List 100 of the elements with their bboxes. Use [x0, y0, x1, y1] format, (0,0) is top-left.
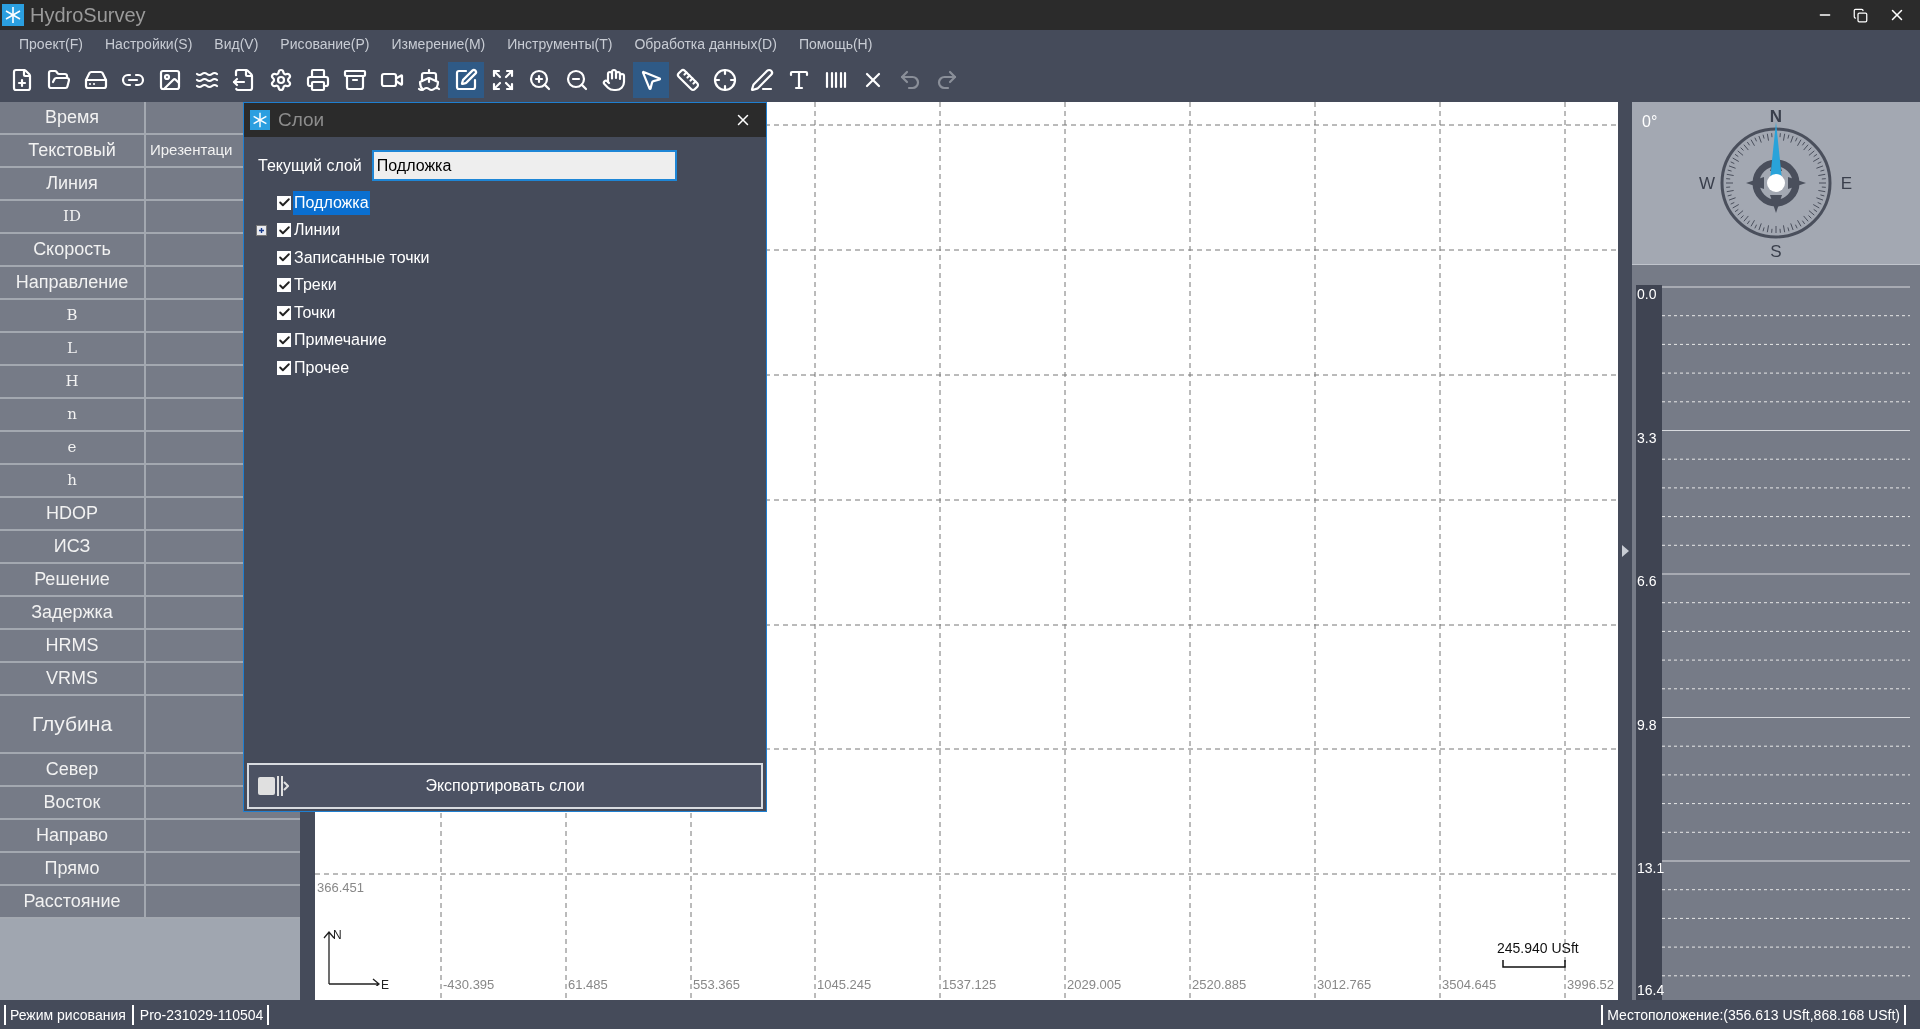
field-label: Направо: [0, 820, 146, 851]
field-label: Линия: [0, 168, 146, 199]
menu-item[interactable]: Проект(F): [8, 33, 94, 55]
field-label: L: [0, 333, 146, 364]
file-export-icon: [232, 68, 256, 92]
depth-label: 6.6: [1637, 574, 1657, 588]
field-label: Прямо: [0, 853, 146, 884]
status-mode: Режим рисования: [4, 1004, 134, 1025]
menu-item[interactable]: Обработка данных(D): [623, 33, 788, 55]
scale-label: 245.940 USft: [1497, 939, 1579, 958]
field-label: Направление: [0, 267, 146, 298]
axis-label: 1045.245: [817, 975, 872, 994]
field-label: ИСЗ: [0, 531, 146, 562]
field-label: h: [0, 465, 146, 496]
file-plus-icon: [10, 68, 34, 92]
depth-label: 0.0: [1637, 287, 1657, 301]
field-label: Решение: [0, 564, 146, 595]
axis-label: 61.485: [568, 975, 608, 994]
axis-label: 2520.885: [1192, 975, 1247, 994]
menu-item[interactable]: Помощь(H): [787, 33, 884, 55]
check-icon: [277, 223, 291, 237]
pen-line-icon: [750, 68, 774, 92]
field-label: Расстояние: [0, 886, 146, 917]
pointer-button[interactable]: [633, 62, 669, 98]
expand-arrow-icon[interactable]: [1621, 545, 1629, 557]
depth-label: 13.1: [1637, 861, 1665, 875]
hand-icon: [602, 68, 626, 92]
status-location: Местоположение:(356.613 USft,868.168 USft): [1601, 1004, 1906, 1025]
layer-item[interactable]: Подложка: [293, 190, 370, 215]
field-label: HRMS: [0, 630, 146, 661]
pointer-icon: [639, 68, 663, 92]
axis-label: 2029.005: [1067, 975, 1122, 994]
status-project: Pro-231029-110504: [135, 1004, 270, 1025]
expand-icon[interactable]: [256, 224, 267, 236]
zoom-out-icon: [565, 68, 589, 92]
axis-label: 3996.52: [1567, 975, 1614, 994]
field-label: HDOP: [0, 498, 146, 529]
menu-item[interactable]: Измерение(M): [380, 33, 497, 55]
undo-icon: [898, 68, 922, 92]
field-label: H: [0, 366, 146, 397]
checkbox[interactable]: [277, 305, 291, 320]
export-layers-button[interactable]: Экспортировать слои: [247, 763, 763, 809]
axis-label: 1537.125: [942, 975, 997, 994]
zoom-in-icon: [528, 68, 552, 92]
compass-south: S: [1770, 242, 1782, 259]
expand-icon: [491, 68, 515, 92]
pen-square-icon: [454, 68, 478, 92]
compass-north: N: [1769, 107, 1783, 126]
axis-label: 553.365: [693, 975, 740, 994]
check-icon: [277, 278, 291, 292]
crosshair-icon: [713, 68, 737, 92]
scale-bar-icon: [1502, 960, 1566, 968]
printer-icon: [306, 68, 330, 92]
axis-label: 366.451: [317, 879, 364, 897]
axis-label: 3012.765: [1317, 975, 1372, 994]
ruler-icon: [676, 68, 700, 92]
field-label: e: [0, 432, 146, 463]
field-label: Задержка: [0, 597, 146, 628]
heading-label: 0°: [1642, 112, 1658, 132]
menu-item[interactable]: Инструменты(T): [496, 33, 624, 55]
field-label: B: [0, 300, 146, 331]
menu-item[interactable]: Рисование(P): [269, 33, 381, 55]
depth-label: 3.3: [1637, 430, 1657, 445]
checkbox[interactable]: [277, 360, 291, 375]
settings-icon: [269, 68, 293, 92]
snowflake-logo-icon: [2, 4, 24, 26]
field-label: Глубина: [0, 696, 146, 752]
drive-icon: [84, 68, 108, 92]
folder-icon: [47, 68, 71, 92]
compass-east: E: [1840, 174, 1852, 193]
field-label: Скорость: [0, 234, 146, 265]
text-icon: [787, 68, 811, 92]
redo-icon: [935, 68, 959, 92]
north-axis-label: N: [333, 927, 342, 944]
field-label: Время: [0, 102, 146, 133]
field-label: Север: [0, 754, 146, 785]
archive-icon: [343, 68, 367, 92]
checkbox[interactable]: [277, 195, 291, 210]
checkbox[interactable]: [277, 333, 291, 348]
field-label: Восток: [0, 787, 146, 818]
menu-item[interactable]: Настройки(S): [94, 33, 204, 55]
image-icon: [158, 68, 182, 92]
cad-export-icon: [257, 773, 289, 799]
field-label: ID: [0, 201, 146, 232]
field-label: VRMS: [0, 663, 146, 694]
checkbox[interactable]: [277, 278, 291, 293]
field-label: Текстовый: [0, 135, 146, 166]
depth-label: 9.8: [1637, 717, 1657, 732]
current-layer-field[interactable]: Подложка: [371, 150, 677, 181]
window-title: HydroSurvey: [30, 3, 146, 28]
check-icon: [277, 333, 291, 347]
restore-icon[interactable]: [1853, 7, 1868, 23]
compass-west: W: [1699, 174, 1716, 193]
checkbox[interactable]: [277, 223, 291, 238]
east-axis-label: E: [381, 977, 389, 994]
axis-label: -430.395: [443, 975, 495, 994]
pen-square-button[interactable]: [448, 62, 484, 98]
field-label: n: [0, 399, 146, 430]
checkbox[interactable]: [277, 250, 291, 265]
menu-item[interactable]: Вид(V): [203, 33, 270, 55]
